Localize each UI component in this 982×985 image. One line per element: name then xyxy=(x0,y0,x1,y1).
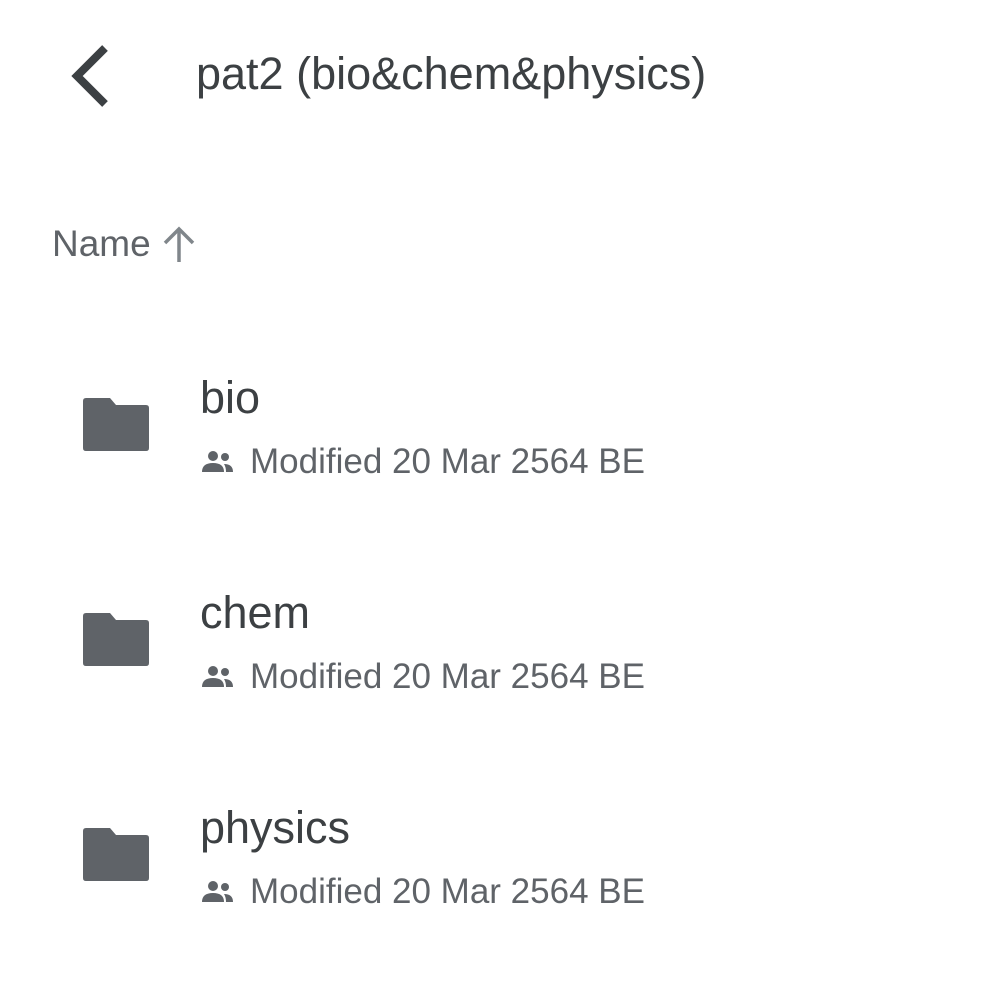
people-icon xyxy=(200,880,234,904)
page-title: pat2 (bio&chem&physics) xyxy=(196,48,707,99)
file-name: chem xyxy=(200,587,311,638)
sort-label: Name xyxy=(52,223,151,264)
list-item[interactable]: chem Modified 20 Mar 2564 BE xyxy=(0,555,982,770)
folder-icon xyxy=(83,398,149,451)
app-bar: pat2 (bio&chem&physics) xyxy=(0,0,982,150)
file-meta: Modified 20 Mar 2564 BE xyxy=(200,870,645,914)
file-meta: Modified 20 Mar 2564 BE xyxy=(200,440,645,484)
back-button[interactable] xyxy=(56,36,126,116)
modified-date: Modified 20 Mar 2564 BE xyxy=(250,657,645,696)
modified-date: Modified 20 Mar 2564 BE xyxy=(250,442,645,481)
file-name: bio xyxy=(200,372,261,423)
people-icon xyxy=(200,665,234,689)
arrow-up-icon xyxy=(161,224,197,264)
folder-icon xyxy=(83,613,149,666)
list-item[interactable]: bio Modified 20 Mar 2564 BE xyxy=(0,340,982,555)
people-icon xyxy=(200,450,234,474)
folder-icon xyxy=(83,828,149,881)
list-item[interactable]: physics Modified 20 Mar 2564 BE xyxy=(0,770,982,985)
file-list: bio Modified 20 Mar 2564 BE chem Modifie… xyxy=(0,340,982,985)
file-meta: Modified 20 Mar 2564 BE xyxy=(200,655,645,699)
file-name: physics xyxy=(200,802,351,853)
sort-by-name-button[interactable]: Name xyxy=(52,218,197,270)
chevron-left-icon xyxy=(71,45,108,107)
modified-date: Modified 20 Mar 2564 BE xyxy=(250,872,645,911)
